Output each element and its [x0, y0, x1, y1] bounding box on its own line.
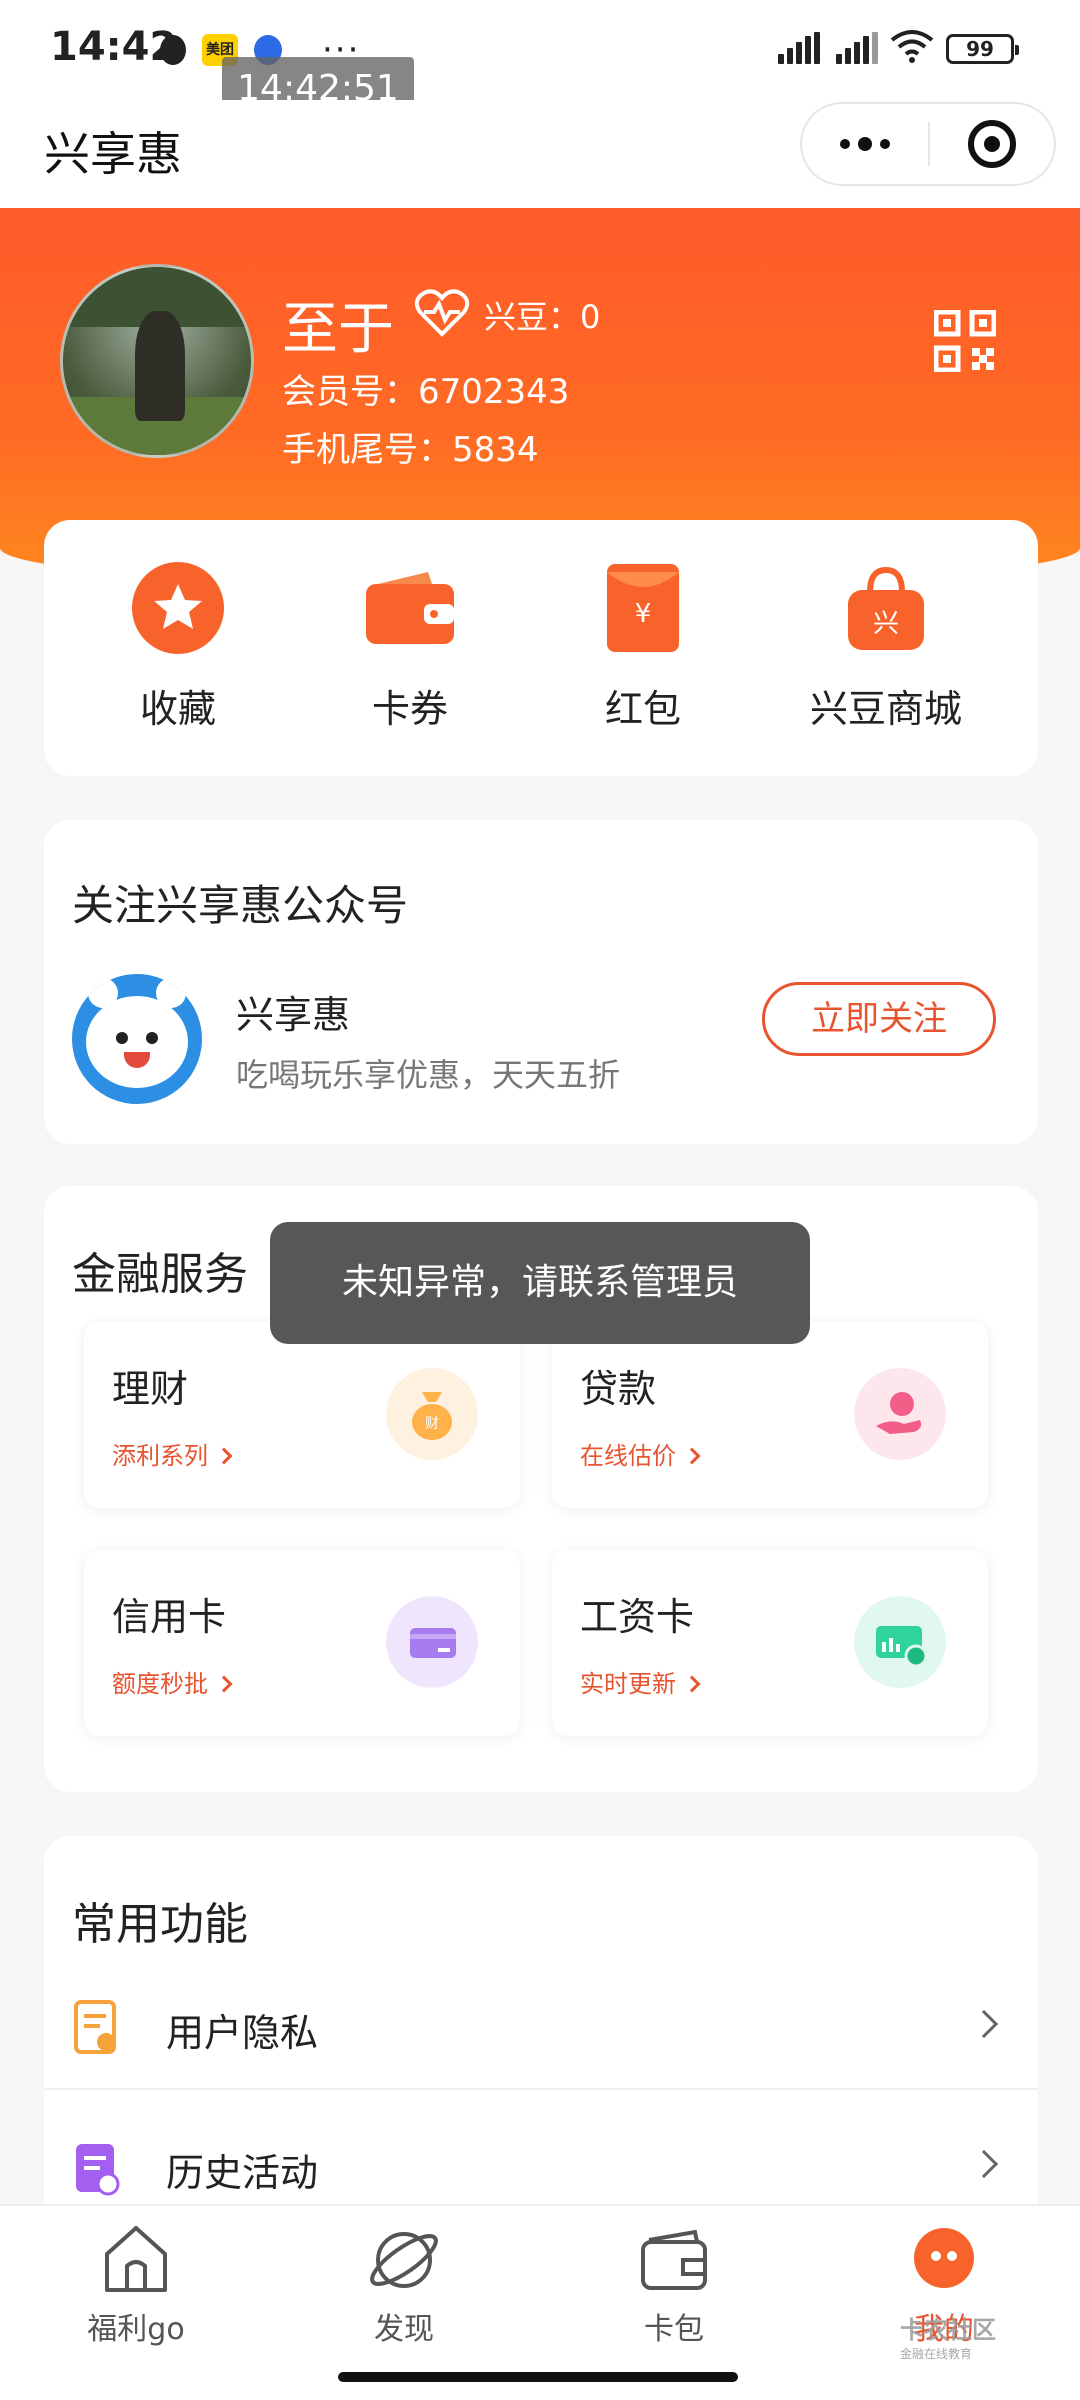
common-functions-card: 常用功能 用户隐私 历史活动 — [44, 1836, 1038, 2256]
watermark-main: 卡农社区 — [900, 2316, 996, 2344]
quick-action-favorites[interactable]: 收藏 — [88, 562, 268, 733]
close-miniprogram-icon[interactable] — [930, 104, 1054, 184]
finance-item-name: 理财 — [112, 1367, 189, 1411]
quick-action-label: 兴豆商城 — [809, 687, 962, 731]
quick-action-label: 卡券 — [371, 687, 448, 731]
more-menu-icon[interactable] — [802, 104, 928, 184]
function-item-label: 历史活动 — [166, 2151, 319, 2195]
tab-label: 卡包 — [644, 2312, 704, 2347]
heart-pulse-icon — [414, 289, 470, 337]
chevron-right-icon — [969, 2149, 999, 2179]
credit-card-icon — [386, 1596, 478, 1688]
svg-text:兴: 兴 — [873, 609, 899, 639]
error-toast: 未知异常，请联系管理员 — [270, 1222, 810, 1344]
quick-action-bean-mall[interactable]: 兴 兴豆商城 — [776, 562, 996, 733]
account-name: 兴享惠 — [236, 993, 351, 1037]
tab-welfare-go[interactable]: 福利go — [56, 2222, 216, 2348]
follow-button[interactable]: 立即关注 — [762, 982, 996, 1056]
finance-item-wealth[interactable]: 理财 添利系列 财 — [84, 1322, 520, 1508]
qq-icon — [160, 35, 186, 65]
finance-item-link[interactable]: 在线估价 — [580, 1436, 701, 1471]
finance-item-name: 工资卡 — [580, 1595, 695, 1639]
finance-item-name: 信用卡 — [112, 1595, 227, 1639]
battery-icon: 99 — [946, 34, 1019, 64]
profile-face-icon — [914, 2228, 974, 2288]
star-icon — [132, 562, 224, 654]
svg-text:财: 财 — [425, 1416, 439, 1432]
salary-card-icon — [854, 1596, 946, 1688]
account-description: 吃喝玩乐享优惠，天天五折 — [236, 1056, 621, 1094]
tab-label: 福利go — [87, 2312, 185, 2347]
watermark-sub: 金融在线教育 — [900, 2347, 973, 2361]
section-title: 关注兴享惠公众号 — [72, 881, 409, 930]
chevron-right-icon — [969, 2009, 999, 2039]
finance-item-salary-card[interactable]: 工资卡 实时更新 — [552, 1550, 988, 1736]
quick-action-label: 红包 — [604, 687, 681, 731]
section-title: 常用功能 — [72, 1899, 248, 1950]
status-time: 14:42 — [50, 24, 178, 70]
shopping-bag-icon: 兴 — [848, 566, 924, 650]
home-icon — [105, 2226, 167, 2292]
follow-account-card: 关注兴享惠公众号 兴享惠 吃喝玩乐享优惠，天天五折 立即关注 — [44, 820, 1038, 1144]
wallet-icon — [366, 572, 454, 644]
function-item-privacy[interactable]: 用户隐私 — [44, 1960, 1038, 2090]
page-title: 兴享惠 — [44, 127, 182, 181]
section-title: 金融服务 — [72, 1249, 248, 1300]
money-bag-icon: 财 — [386, 1368, 478, 1460]
tab-discover[interactable]: 发现 — [324, 2222, 484, 2348]
loan-hand-icon — [854, 1368, 946, 1460]
finance-item-link[interactable]: 实时更新 — [580, 1664, 701, 1699]
qr-code-icon[interactable] — [934, 310, 996, 372]
function-item-label: 用户隐私 — [166, 2011, 319, 2055]
quick-actions-card: 收藏 卡券 ¥ 红包 兴 兴豆商城 — [44, 520, 1038, 776]
history-activity-icon — [76, 2144, 120, 2196]
tab-card-wallet[interactable]: 卡包 — [594, 2222, 754, 2348]
bear-mascot-icon — [72, 974, 202, 1104]
signal-hd-icon-2 — [832, 32, 878, 64]
bottom-tab-bar: 福利go 发现 卡包 我的 — [0, 2204, 1080, 2400]
wifi-icon — [890, 30, 934, 63]
avatar[interactable] — [60, 264, 254, 458]
finance-item-credit-card[interactable]: 信用卡 额度秒批 — [84, 1550, 520, 1736]
finance-item-name: 贷款 — [580, 1367, 657, 1411]
card-wallet-icon — [641, 2229, 707, 2290]
svg-text:¥: ¥ — [635, 599, 652, 629]
quick-action-red-envelope[interactable]: ¥ 红包 — [553, 562, 733, 733]
quick-action-label: 收藏 — [139, 687, 216, 731]
user-name: 至于 — [282, 297, 394, 362]
nav-bar: 兴享惠 — [0, 100, 1080, 208]
miniprogram-capsule — [800, 102, 1056, 186]
privacy-document-icon — [74, 2000, 116, 2054]
status-bar: 14:42 美团 ··· 99 — [0, 0, 1080, 100]
finance-item-link[interactable]: 添利系列 — [112, 1436, 233, 1471]
signal-hd-icon — [774, 32, 820, 64]
phone-tail: 手机尾号：5834 — [282, 430, 539, 470]
watermark: 卡农社区 金融在线教育 — [900, 2310, 996, 2362]
system-icons: 99 — [774, 28, 1019, 64]
red-envelope-icon: ¥ — [607, 564, 679, 652]
points-balance[interactable]: 兴豆：0 — [484, 292, 600, 338]
finance-item-loan[interactable]: 贷款 在线估价 — [552, 1322, 988, 1508]
quick-action-coupons[interactable]: 卡券 — [320, 562, 500, 733]
finance-item-link[interactable]: 额度秒批 — [112, 1664, 233, 1699]
member-number: 会员号：6702343 — [282, 372, 570, 412]
home-indicator[interactable] — [338, 2372, 738, 2382]
planet-icon — [370, 2232, 438, 2288]
tab-label: 发现 — [374, 2312, 434, 2347]
